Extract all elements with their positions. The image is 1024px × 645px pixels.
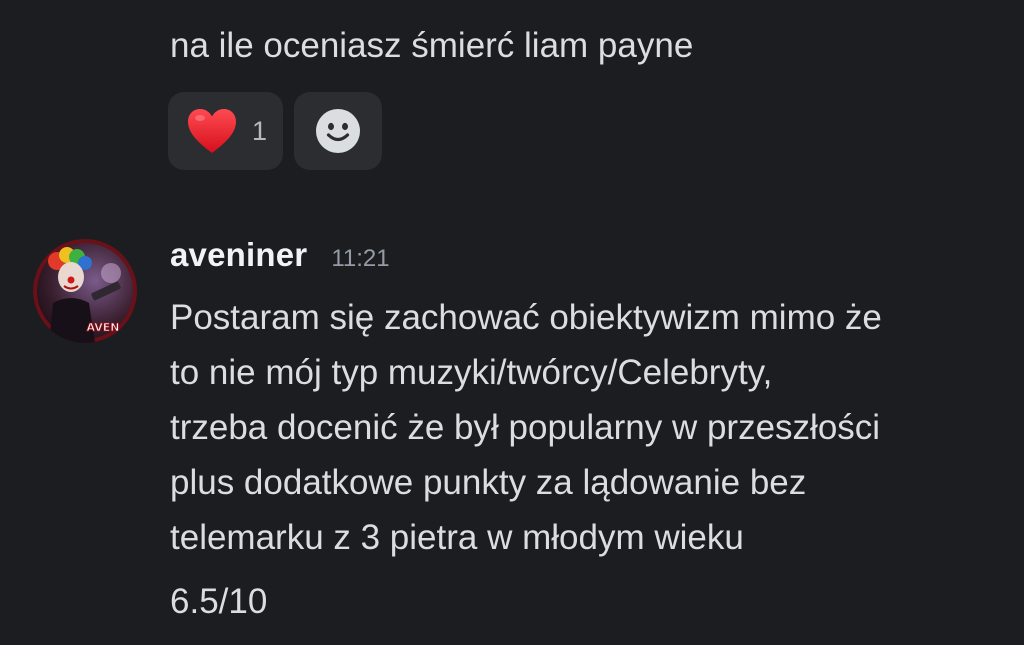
username[interactable]: aveniner: [170, 236, 307, 274]
add-reaction-button[interactable]: [294, 92, 382, 170]
message-line: Postaram się zachować obiektywizm mimo ż…: [170, 298, 882, 337]
message-line: trzeba docenić że był popularny w przesz…: [170, 408, 881, 447]
user-avatar[interactable]: AVEN: [33, 239, 137, 343]
message-line: to nie mój typ muzyki/twórcy/Celebryty,: [170, 353, 773, 392]
message-header: aveniner 11:21: [170, 236, 390, 274]
message-line: plus dodatkowe punkty za lądowanie bez: [170, 463, 807, 502]
rating-message-text: 6.5/10: [170, 582, 268, 621]
heart-icon: [188, 109, 236, 153]
timestamp: 11:21: [331, 245, 390, 272]
previous-message-text: na ile oceniasz śmierć liam payne: [170, 26, 694, 65]
heart-reaction-button[interactable]: 1: [168, 92, 283, 170]
avatar-image: AVEN: [33, 239, 137, 343]
add-reaction-icon: [316, 109, 360, 153]
reaction-count: 1: [252, 115, 268, 146]
message-content: Postaram się zachować obiektywizm mimo ż…: [170, 290, 1010, 565]
message-line: telemarku z 3 pietra w młodym wieku: [170, 518, 744, 557]
reactions-bar: 1: [168, 92, 382, 170]
avatar-logo-text: AVEN: [87, 321, 120, 334]
